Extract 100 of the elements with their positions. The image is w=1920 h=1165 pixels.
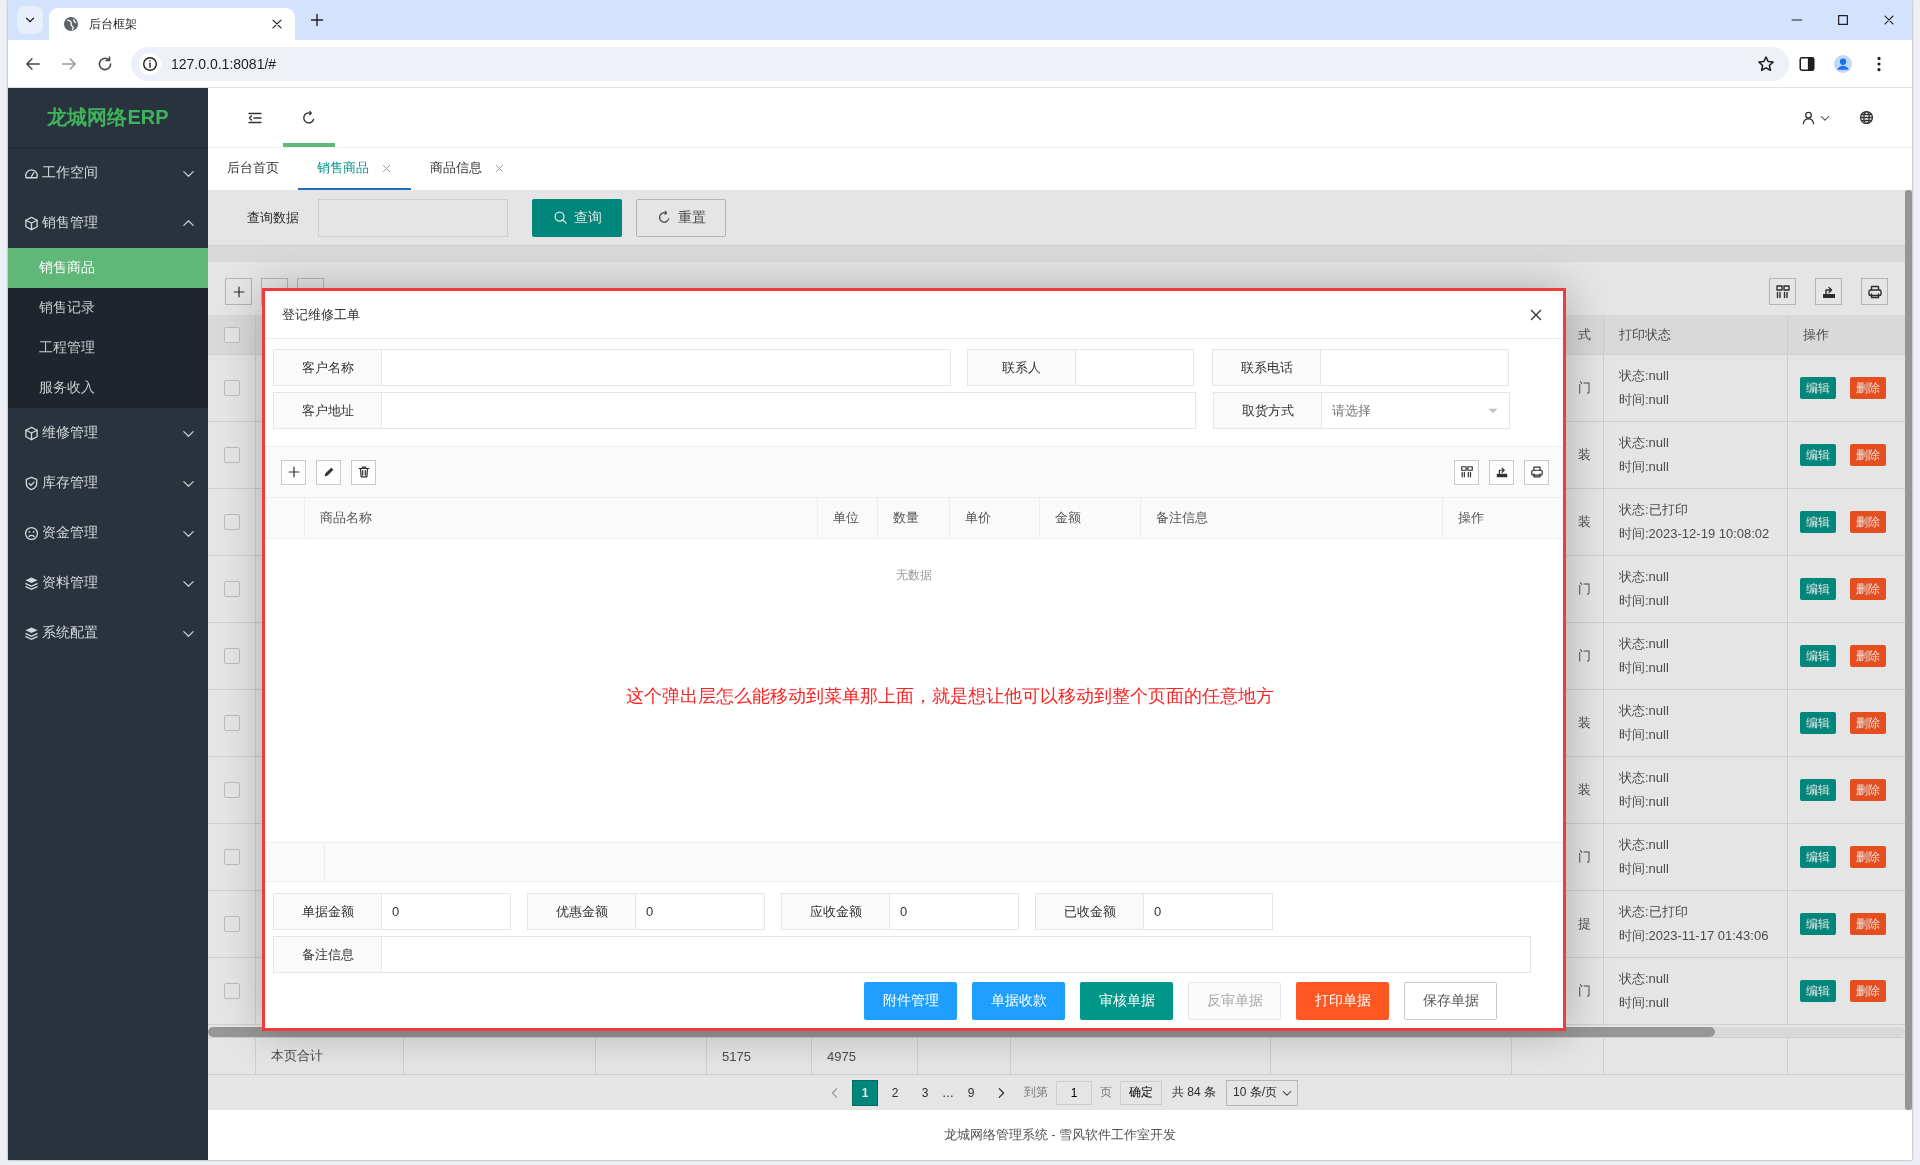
sidebar-submenu-item[interactable]: 工程管理 [8,328,208,368]
add-button[interactable] [225,278,252,305]
sidebar-menu-item[interactable]: 资金管理 [8,508,208,558]
sidebar-menu-item[interactable]: 库存管理 [8,458,208,508]
columns-button[interactable] [1769,278,1796,305]
action-button[interactable]: 审核单据 [1080,982,1173,1020]
checkbox[interactable] [223,782,240,798]
plus-icon [309,12,325,28]
action-button[interactable]: 保存单据 [1404,982,1497,1020]
input-field[interactable] [1320,349,1509,386]
checkbox[interactable] [223,849,240,865]
sidebar-submenu-item[interactable]: 销售商品 [8,248,208,288]
search-button[interactable]: 查询 [532,198,622,237]
delete-button[interactable]: 删除 [1850,980,1886,1002]
checkbox[interactable] [223,380,240,396]
print-button[interactable] [1524,459,1549,485]
close-icon[interactable] [494,162,505,174]
export-button[interactable] [1815,278,1842,305]
delete-button[interactable]: 删除 [1850,645,1886,667]
page-number[interactable]: 2 [882,1079,908,1106]
checkbox[interactable] [223,916,240,932]
column-header: 操作 [1803,325,1829,344]
side-panel-icon[interactable] [1798,54,1816,73]
delete-button[interactable]: 删除 [1850,511,1886,533]
trash-icon [356,465,371,479]
checkbox[interactable] [223,715,240,731]
print-button[interactable] [1861,278,1888,305]
select-field[interactable]: 请选择 [1321,392,1510,429]
checkbox[interactable] [223,326,240,343]
info-icon[interactable] [142,55,158,72]
edit-button[interactable]: 编辑 [1800,980,1836,1002]
action-button[interactable]: 附件管理 [864,982,957,1020]
reset-button[interactable]: 重置 [636,198,726,237]
address-bar[interactable]: 127.0.0.1:8081/# [131,46,1789,81]
print-time-text: 时间:null [1619,793,1669,811]
edit-button[interactable]: 编辑 [1800,846,1836,868]
close-icon[interactable] [381,162,392,174]
sidebar-menu-item[interactable]: 工作空间 [8,148,208,198]
page-number-field[interactable]: 1 [1056,1080,1092,1105]
delete-button[interactable]: 删除 [1850,913,1886,935]
browser-tab[interactable]: 后台框架 [49,8,295,40]
edit-button[interactable]: 编辑 [1800,511,1836,533]
input-field[interactable] [381,392,1196,429]
input-field[interactable] [381,936,1531,973]
shield-icon [24,475,39,491]
sidebar-submenu-item[interactable]: 销售记录 [8,288,208,328]
page-number[interactable]: 9 [958,1079,984,1106]
delete-button[interactable]: 删除 [1850,444,1886,466]
checkbox[interactable] [223,648,240,664]
sidebar-menu-item[interactable]: 资料管理 [8,558,208,608]
edit-button[interactable]: 编辑 [1800,779,1836,801]
profile-avatar-icon[interactable] [1834,54,1852,73]
edit-button[interactable]: 编辑 [1800,645,1836,667]
input-field[interactable]: 0 [889,893,1019,930]
input-field[interactable]: 0 [635,893,765,930]
edit-button[interactable]: 编辑 [1800,377,1836,399]
edit-button[interactable]: 编辑 [1800,444,1836,466]
checkbox[interactable] [223,447,240,463]
delete-button[interactable]: 删除 [1850,712,1886,734]
edit-row-button[interactable] [316,459,341,485]
field-label: 单据金额 [273,893,381,930]
columns-button[interactable] [1454,459,1479,485]
edit-button[interactable]: 编辑 [1800,578,1836,600]
sad-face-icon [24,525,39,541]
edit-button[interactable]: 编辑 [1800,712,1836,734]
vertical-scrollbar[interactable] [1905,190,1912,1110]
action-button[interactable]: 打印单据 [1296,982,1389,1020]
page-tab[interactable]: 商品信息 [411,148,524,190]
page-size-select[interactable]: 10 条/页 [1226,1079,1299,1106]
confirm-button[interactable]: 确定 [1120,1080,1162,1105]
checkbox[interactable] [223,581,240,597]
print-status-text: 状态:null [1619,568,1669,586]
delete-button[interactable]: 删除 [1850,578,1886,600]
field-label: 优惠金额 [527,893,635,930]
add-row-button[interactable] [281,459,306,485]
page-number[interactable]: 3 [912,1079,938,1106]
page-tab[interactable]: 后台首页 [208,148,298,190]
page-unit-label: 页 [1099,1084,1113,1101]
input-field[interactable] [1075,349,1194,386]
sidebar-menu-item[interactable]: 维修管理 [8,408,208,458]
checkbox[interactable] [223,983,240,999]
input-field[interactable]: 0 [1143,893,1273,930]
sidebar-submenu-item[interactable]: 服务收入 [8,368,208,408]
sidebar-menu-item[interactable]: 系统配置 [8,608,208,658]
delete-row-button[interactable] [351,459,376,485]
delete-button[interactable]: 删除 [1850,377,1886,399]
tab-list-button[interactable] [17,6,43,34]
action-button[interactable]: 单据收款 [972,982,1065,1020]
edit-button[interactable]: 编辑 [1800,913,1836,935]
export-button[interactable] [1489,459,1514,485]
print-time-text: 时间:null [1619,726,1669,744]
column-header: 操作 [1458,509,1484,527]
delete-button[interactable]: 删除 [1850,779,1886,801]
input-field[interactable]: 0 [381,893,511,930]
bookmark-star-icon[interactable] [1757,54,1775,73]
input-field[interactable] [381,349,951,386]
sidebar-menu-item[interactable]: 销售管理 [8,198,208,248]
checkbox[interactable] [223,514,240,530]
page-number[interactable]: 1 [852,1079,878,1106]
delete-button[interactable]: 删除 [1850,846,1886,868]
